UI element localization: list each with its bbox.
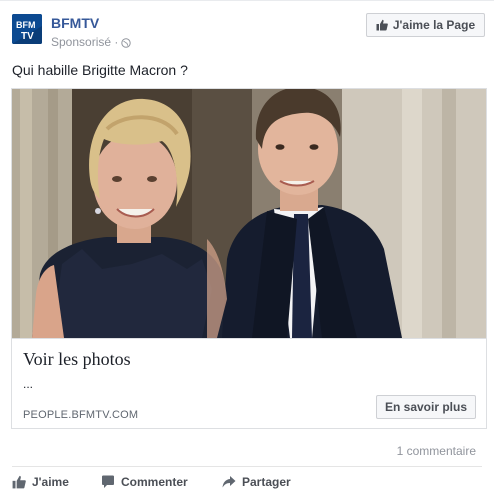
- bfmtv-logo-icon: BFM TV: [12, 14, 42, 44]
- avatar-text-top: BFM: [16, 20, 36, 30]
- page-avatar[interactable]: BFM TV: [12, 14, 42, 44]
- share-icon: [222, 476, 236, 488]
- comment-action-button[interactable]: Commenter: [101, 475, 188, 489]
- share-action-label: Partager: [242, 475, 291, 489]
- link-description: ...: [23, 377, 34, 391]
- actions-divider: [12, 466, 482, 467]
- link-preview-info[interactable]: Voir les photos ... PEOPLE.BFMTV.COM En …: [12, 338, 486, 428]
- comments-count-link[interactable]: 1 commentaire: [397, 444, 476, 458]
- link-preview-card[interactable]: Voir les photos ... PEOPLE.BFMTV.COM En …: [11, 88, 487, 429]
- avatar-text-bottom: TV: [21, 31, 34, 42]
- thumbs-up-icon: [376, 19, 388, 31]
- photo-image[interactable]: [12, 89, 486, 338]
- link-title[interactable]: Voir les photos: [23, 349, 131, 370]
- sponsored-post: BFM TV BFMTV Sponsorisé · J'aime la Page…: [0, 0, 494, 498]
- top-divider: [0, 0, 494, 1]
- comment-icon: [102, 475, 114, 488]
- learn-more-button[interactable]: En savoir plus: [376, 395, 476, 419]
- thumbs-up-icon: [12, 475, 26, 489]
- globe-icon[interactable]: [121, 37, 132, 48]
- post-message: Qui habille Brigitte Macron ?: [12, 62, 188, 78]
- sponsored-label: Sponsorisé ·: [51, 35, 119, 49]
- like-page-label: J'aime la Page: [392, 18, 476, 32]
- like-page-button[interactable]: J'aime la Page: [366, 13, 485, 37]
- like-action-button[interactable]: J'aime: [12, 475, 69, 489]
- comment-action-label: Commenter: [121, 475, 188, 489]
- share-action-button[interactable]: Partager: [222, 475, 291, 489]
- post-actions-bar: J'aime Commenter Partager: [0, 475, 494, 497]
- link-domain: PEOPLE.BFMTV.COM: [23, 409, 139, 421]
- page-name-link[interactable]: BFMTV: [51, 15, 99, 31]
- sponsored-meta: Sponsorisé ·: [51, 35, 132, 49]
- like-action-label: J'aime: [32, 475, 69, 489]
